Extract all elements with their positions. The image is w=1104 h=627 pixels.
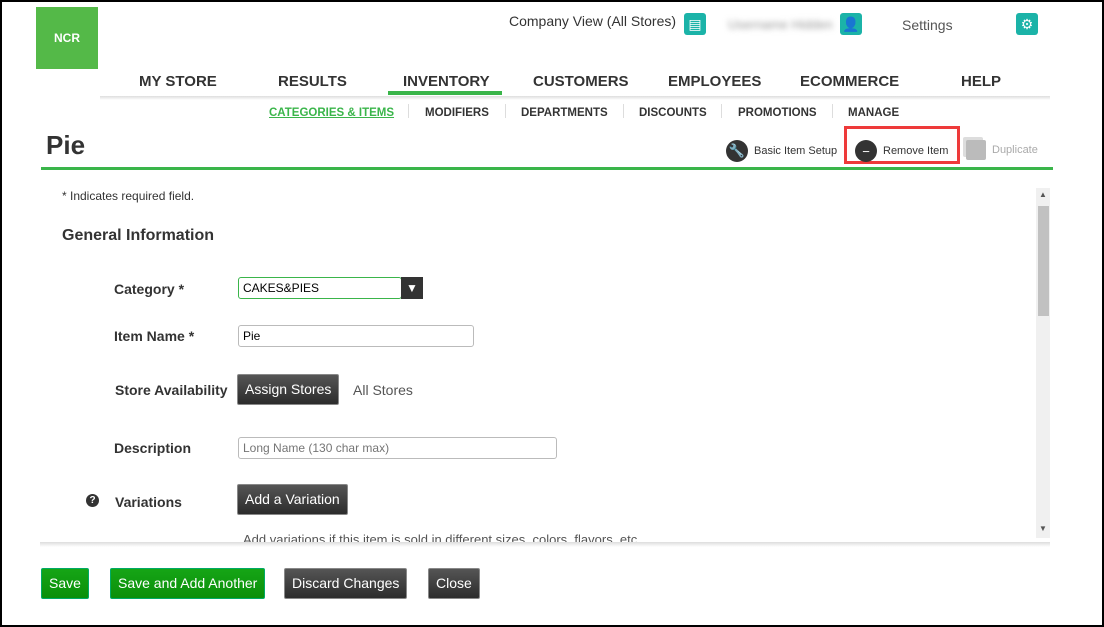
duplicate-icon: [966, 140, 986, 160]
required-note: * Indicates required field.: [62, 189, 195, 203]
save-and-add-another-button[interactable]: Save and Add Another: [110, 568, 266, 599]
subnav-separator: [408, 104, 409, 118]
footer-divider: [40, 542, 1050, 547]
subnav-manage[interactable]: MANAGE: [848, 107, 899, 119]
chevron-down-icon[interactable]: ▼: [401, 277, 423, 299]
item-name-label: Item Name *: [114, 328, 195, 344]
duplicate-button[interactable]: Duplicate: [966, 140, 1038, 160]
item-name-input[interactable]: [238, 325, 474, 347]
help-icon[interactable]: ?: [86, 494, 99, 507]
nav-customers[interactable]: CUSTOMERS: [533, 73, 629, 90]
variations-hint: Add variations if this item is sold in d…: [243, 532, 843, 542]
variations-label: Variations: [115, 494, 182, 510]
save-button[interactable]: Save: [41, 568, 89, 599]
section-heading: General Information: [62, 227, 215, 244]
subnav-separator: [832, 104, 833, 118]
nav-help[interactable]: HELP: [961, 73, 1001, 90]
remove-item-label: Remove Item: [883, 145, 949, 157]
basic-item-setup-button[interactable]: 🔧 Basic Item Setup: [726, 140, 837, 162]
basic-item-setup-label: Basic Item Setup: [754, 145, 838, 157]
user-icon[interactable]: 👤: [840, 13, 862, 35]
subnav-modifiers[interactable]: MODIFIERS: [425, 107, 489, 119]
remove-item-button[interactable]: − Remove Item: [855, 140, 948, 162]
close-button[interactable]: Close: [428, 568, 480, 599]
gear-icon[interactable]: ⚙: [1016, 13, 1038, 35]
nav-employees[interactable]: EMPLOYEES: [668, 73, 761, 90]
settings-link[interactable]: Settings: [902, 17, 953, 33]
nav-results[interactable]: RESULTS: [278, 73, 347, 90]
nav-my-store[interactable]: MY STORE: [139, 73, 217, 90]
nav-inventory[interactable]: INVENTORY: [403, 73, 490, 90]
description-label: Description: [114, 440, 192, 456]
variations-hint-text: Add variations if this item is sold in d…: [243, 532, 641, 542]
ncr-logo[interactable]: NCR: [36, 7, 98, 69]
category-select[interactable]: CAKES&PIES: [238, 277, 402, 299]
logo-text: NCR: [54, 31, 80, 45]
discard-changes-button[interactable]: Discard Changes: [284, 568, 408, 599]
scroll-down-icon[interactable]: ▼: [1039, 524, 1047, 533]
nav-divider: [100, 96, 1050, 100]
scroll-up-icon[interactable]: ▲: [1039, 190, 1047, 199]
subnav-categories-items[interactable]: CATEGORIES & ITEMS: [269, 107, 394, 119]
company-view-label[interactable]: Company View (All Stores): [509, 13, 676, 29]
description-input[interactable]: [238, 437, 557, 459]
subnav-separator: [721, 104, 722, 118]
minus-circle-icon: −: [855, 140, 877, 162]
store-availability-value: All Stores: [353, 382, 413, 398]
subnav-discounts[interactable]: DISCOUNTS: [639, 107, 707, 119]
add-variation-button[interactable]: Add a Variation: [237, 484, 348, 515]
user-name: Username Hidden: [728, 17, 833, 32]
subnav-separator: [623, 104, 624, 118]
scrollbar-thumb[interactable]: [1038, 206, 1049, 316]
store-icon[interactable]: ▤: [684, 13, 706, 35]
duplicate-label: Duplicate: [992, 144, 1038, 156]
nav-active-indicator: [388, 91, 502, 95]
title-divider: [41, 167, 1053, 170]
subnav-promotions[interactable]: PROMOTIONS: [738, 107, 817, 119]
subnav-departments[interactable]: DEPARTMENTS: [521, 107, 608, 119]
page-title: Pie: [46, 130, 86, 160]
assign-stores-button[interactable]: Assign Stores: [237, 374, 340, 405]
wrench-icon: 🔧: [726, 140, 748, 162]
store-availability-label: Store Availability: [115, 382, 228, 398]
nav-ecommerce[interactable]: ECOMMERCE: [800, 73, 899, 90]
subnav-separator: [505, 104, 506, 118]
category-label: Category *: [114, 281, 185, 297]
